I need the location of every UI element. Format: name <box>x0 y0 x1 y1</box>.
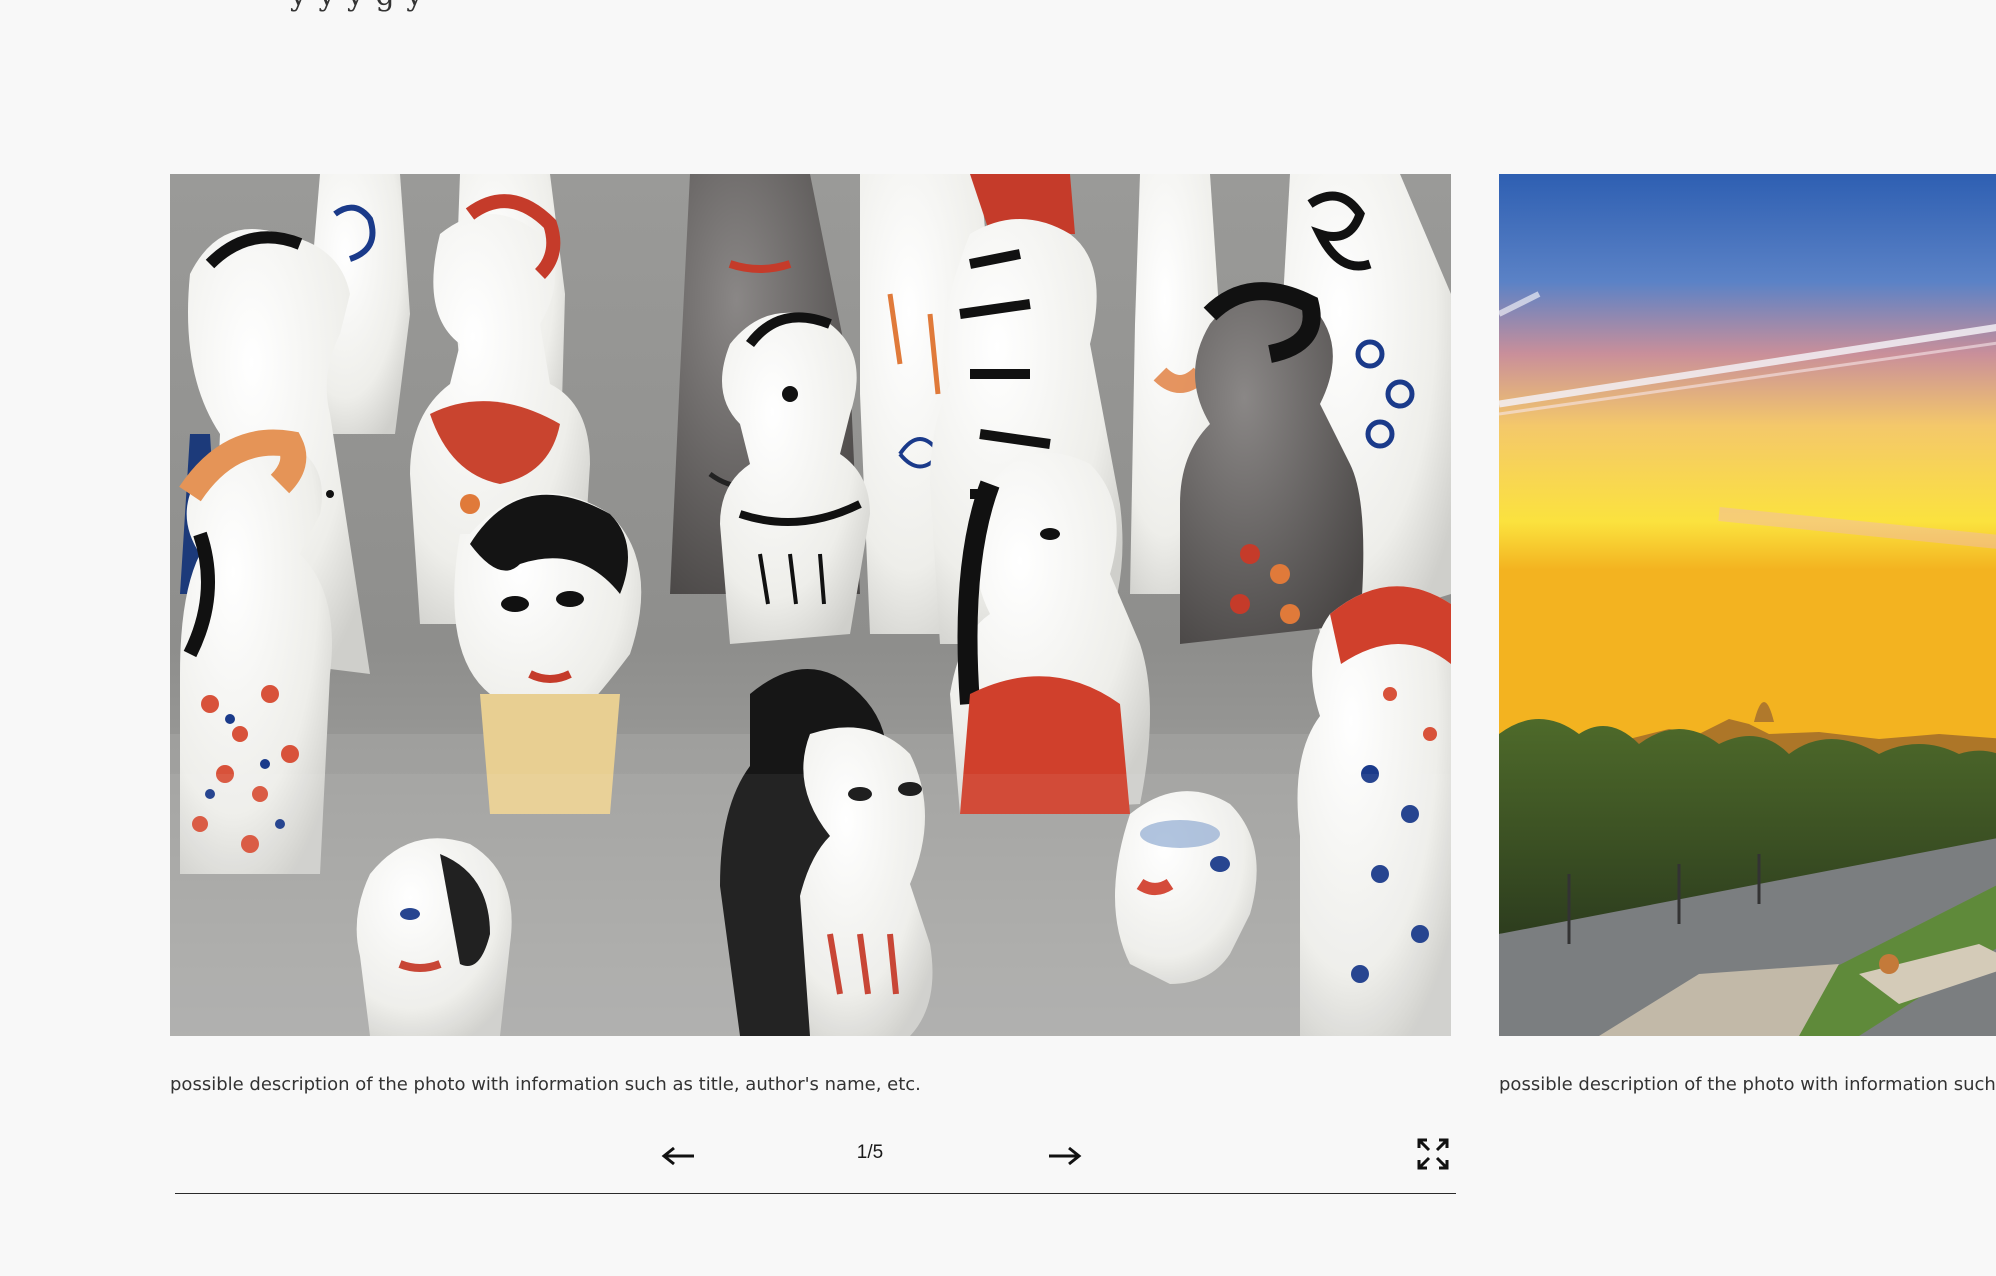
slide-photo-next[interactable] <box>1499 174 1996 1036</box>
slide-caption: possible description of the photo with i… <box>170 1074 921 1095</box>
cut-off-text: y y y g y <box>290 0 424 13</box>
slide-counter: 1/5 <box>856 1142 884 1163</box>
gallery-slide-next: possible description of the photo with i… <box>1499 174 1996 1098</box>
previous-button[interactable] <box>660 1142 700 1170</box>
controls-divider <box>175 1193 1456 1194</box>
ceramic-figurines-image <box>170 174 1451 1036</box>
fullscreen-button[interactable] <box>1415 1136 1451 1172</box>
arrow-right-icon <box>1049 1146 1082 1166</box>
slide-caption-next: possible description of the photo with i… <box>1499 1074 1996 1095</box>
slide-photo[interactable] <box>170 174 1451 1036</box>
gallery-page: y y y g y <box>0 0 1996 1276</box>
expand-arrows-icon <box>1417 1138 1449 1170</box>
next-button[interactable] <box>1043 1142 1083 1170</box>
gallery-slide: possible description of the photo with i… <box>170 174 1451 1098</box>
gallery-controls: 1/5 <box>170 1128 1456 1194</box>
arrow-left-icon <box>661 1146 694 1166</box>
sunset-city-image <box>1499 174 1996 1036</box>
